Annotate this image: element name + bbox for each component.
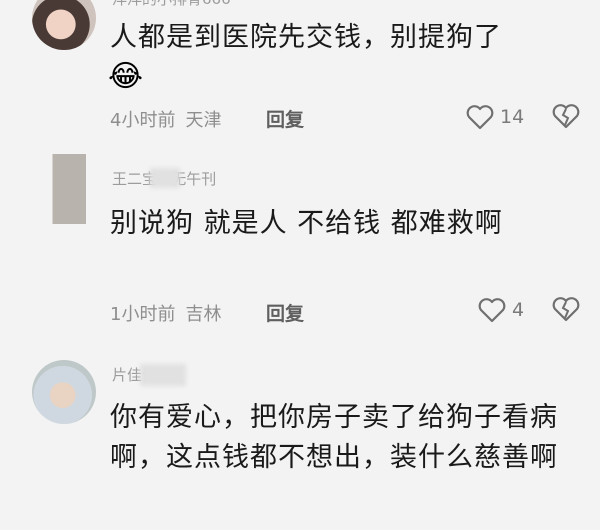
comment-meta: 4小时前 天津 [110, 106, 221, 132]
comment-text: 你有爱心，把你房子卖了给狗子看病啊，这点钱都不想出，装什么慈善啊 [110, 402, 558, 473]
comment-text: 人都是到医院先交钱，别提狗了 [110, 22, 502, 53]
like-button[interactable]: 14 [466, 103, 524, 131]
like-button[interactable]: 4 [478, 296, 524, 324]
like-count: 4 [512, 299, 525, 321]
heart-icon [466, 104, 494, 130]
comment-item: 王二宝 · 无午刊 别说狗 就是人 不给钱 都难救啊 1小时前吉林 回复 4 [0, 154, 600, 340]
avatar[interactable] [30, 154, 86, 224]
avatar[interactable] [32, 360, 96, 424]
comment-time: 1小时前 [110, 304, 176, 325]
comment-item: 洋洋的小排骨666 人都是到医院先交钱，别提狗了 😂 4小时前天津 回复 14 [0, 0, 600, 140]
comment-username[interactable]: 洋洋的小排骨666 [112, 0, 231, 9]
reply-button[interactable]: 回复 [266, 105, 304, 132]
broken-heart-icon [552, 296, 580, 322]
heart-icon [478, 297, 506, 323]
comment-meta: 1小时前 吉林 [110, 300, 221, 326]
broken-heart-icon [552, 103, 580, 129]
comment-text: 别说狗 就是人 不给钱 都难救啊 [110, 208, 503, 239]
comment-location: 天津 [185, 110, 222, 131]
comment-time: 4小时前 [110, 110, 176, 131]
avatar[interactable] [32, 0, 96, 50]
comment-location: 吉林 [185, 304, 222, 325]
dislike-button[interactable] [552, 103, 580, 129]
comment-item: 片佳佳 你有爱心，把你房子卖了给狗子看病啊，这点钱都不想出，装什么慈善啊 [0, 360, 600, 530]
like-count: 14 [500, 106, 525, 128]
username-blur [150, 168, 180, 188]
dislike-button[interactable] [552, 296, 580, 322]
laughing-crying-emoji-icon: 😂 [108, 59, 144, 94]
reply-button[interactable]: 回复 [266, 299, 304, 326]
username-blur [140, 364, 186, 386]
